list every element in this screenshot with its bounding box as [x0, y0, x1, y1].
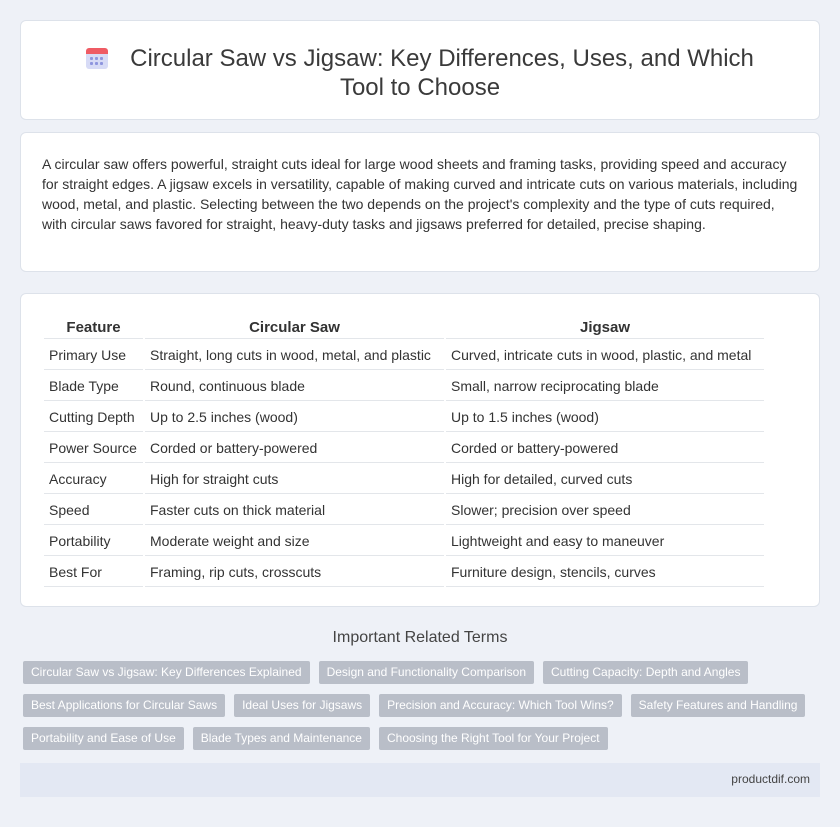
cell-feature: Blade Type [44, 372, 143, 401]
table-row: Primary Use Straight, long cuts in wood,… [44, 341, 764, 370]
table-row: Speed Faster cuts on thick material Slow… [44, 496, 764, 525]
related-terms-heading: Important Related Terms [332, 629, 508, 646]
page-title: Circular Saw vs Jigsaw: Key Differences,… [130, 45, 754, 101]
tag-row: Best Applications for Circular Saws Idea… [23, 694, 813, 717]
header-circular-saw: Circular Saw [145, 316, 444, 339]
table-row: Blade Type Round, continuous blade Small… [44, 372, 764, 401]
related-terms-tags: Circular Saw vs Jigsaw: Key Differences … [23, 661, 813, 760]
cell-jigsaw: Small, narrow reciprocating blade [446, 372, 764, 401]
table-row: Cutting Depth Up to 2.5 inches (wood) Up… [44, 403, 764, 432]
tag-row: Circular Saw vs Jigsaw: Key Differences … [23, 661, 813, 684]
related-tag[interactable]: Ideal Uses for Jigsaws [234, 694, 371, 717]
cell-jigsaw: Corded or battery-powered [446, 434, 764, 463]
related-tag[interactable]: Design and Functionality Comparison [318, 661, 534, 684]
page-title-wrap: Circular Saw vs Jigsaw: Key Differences,… [21, 44, 819, 102]
cell-circular-saw: Faster cuts on thick material [145, 496, 444, 525]
related-tag[interactable]: Choosing the Right Tool for Your Project [378, 727, 608, 750]
table-header-row: Feature Circular Saw Jigsaw [44, 316, 764, 339]
table-row: Best For Framing, rip cuts, crosscuts Fu… [44, 558, 764, 587]
cell-feature: Primary Use [44, 341, 143, 370]
cell-circular-saw: Moderate weight and size [145, 527, 444, 556]
cell-circular-saw: Round, continuous blade [145, 372, 444, 401]
cell-feature: Best For [44, 558, 143, 587]
cell-feature: Accuracy [44, 465, 143, 494]
cell-circular-saw: Corded or battery-powered [145, 434, 444, 463]
footer-site[interactable]: productdif.com [731, 772, 810, 786]
table-row: Accuracy High for straight cuts High for… [44, 465, 764, 494]
cell-circular-saw: Up to 2.5 inches (wood) [145, 403, 444, 432]
related-tag[interactable]: Precision and Accuracy: Which Tool Wins? [379, 694, 622, 717]
intro-card: A circular saw offers powerful, straight… [20, 132, 820, 272]
cell-jigsaw: Slower; precision over speed [446, 496, 764, 525]
related-tag[interactable]: Circular Saw vs Jigsaw: Key Differences … [23, 661, 310, 684]
cell-feature: Power Source [44, 434, 143, 463]
related-tag[interactable]: Safety Features and Handling [630, 694, 806, 717]
intro-text: A circular saw offers powerful, straight… [42, 156, 798, 232]
cell-circular-saw: Straight, long cuts in wood, metal, and … [145, 341, 444, 370]
cell-circular-saw: Framing, rip cuts, crosscuts [145, 558, 444, 587]
footer: productdif.com [20, 763, 820, 797]
calendar-icon [86, 47, 109, 69]
related-tag[interactable]: Portability and Ease of Use [23, 727, 184, 750]
related-tag[interactable]: Blade Types and Maintenance [192, 727, 370, 750]
related-tag[interactable]: Cutting Capacity: Depth and Angles [543, 661, 749, 684]
cell-jigsaw: Lightweight and easy to maneuver [446, 527, 764, 556]
header-jigsaw: Jigsaw [446, 316, 764, 339]
cell-jigsaw: Furniture design, stencils, curves [446, 558, 764, 587]
table-row: Power Source Corded or battery-powered C… [44, 434, 764, 463]
cell-jigsaw: Up to 1.5 inches (wood) [446, 403, 764, 432]
comparison-table-card: Feature Circular Saw Jigsaw Primary Use … [20, 293, 820, 607]
cell-jigsaw: Curved, intricate cuts in wood, plastic,… [446, 341, 764, 370]
header-feature: Feature [44, 316, 143, 339]
comparison-table: Feature Circular Saw Jigsaw Primary Use … [42, 314, 766, 589]
title-card: Circular Saw vs Jigsaw: Key Differences,… [20, 20, 820, 120]
cell-feature: Portability [44, 527, 143, 556]
cell-circular-saw: High for straight cuts [145, 465, 444, 494]
cell-feature: Speed [44, 496, 143, 525]
cell-jigsaw: High for detailed, curved cuts [446, 465, 764, 494]
table-row: Portability Moderate weight and size Lig… [44, 527, 764, 556]
related-tag[interactable]: Best Applications for Circular Saws [23, 694, 226, 717]
tag-row: Portability and Ease of Use Blade Types … [23, 727, 813, 750]
cell-feature: Cutting Depth [44, 403, 143, 432]
